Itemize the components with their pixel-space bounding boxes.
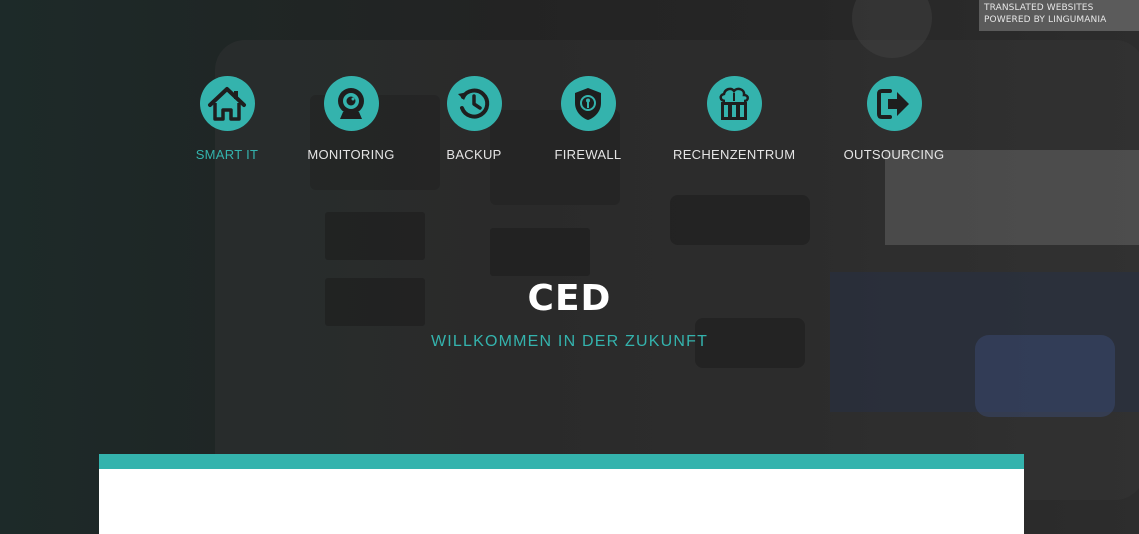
hero-title: CED xyxy=(527,278,612,319)
nav-item-label: MONITORING xyxy=(307,147,395,162)
translation-badge-line1: TRANSLATED WEBSITES xyxy=(984,3,1094,13)
page: TRANSLATED WEBSITES POWERED BY LINGUMANI… xyxy=(0,0,1139,534)
nav-item-rechenzentrum[interactable]: RECHENZENTRUM xyxy=(673,76,795,162)
history-icon xyxy=(446,76,502,131)
content-panel xyxy=(99,454,1024,534)
nav-item-label: BACKUP xyxy=(446,147,502,162)
nav-item-monitoring[interactable]: MONITORING xyxy=(306,76,396,162)
translation-badge-line2: POWERED BY LINGUMANIA xyxy=(984,15,1107,25)
nav-item-label: OUTSOURCING xyxy=(843,147,945,162)
shield-icon xyxy=(560,76,616,131)
home-icon xyxy=(199,76,255,131)
nav-item-label: SMART IT xyxy=(195,147,259,162)
translation-badge[interactable]: TRANSLATED WEBSITES POWERED BY LINGUMANI… xyxy=(979,0,1139,31)
nav-item-outsourcing[interactable]: OUTSOURCING xyxy=(843,76,945,162)
hero-subtitle: WILLKOMMEN IN DER ZUKUNFT xyxy=(430,333,709,350)
service-nav: SMART IT MONITORING BACKUP FIREWALL RECH… xyxy=(0,76,1139,166)
nav-item-label: FIREWALL xyxy=(554,147,622,162)
nav-item-smart-it[interactable]: SMART IT xyxy=(192,76,262,162)
nav-item-label: RECHENZENTRUM xyxy=(673,147,796,162)
cloud-server-icon xyxy=(706,76,762,131)
nav-item-backup[interactable]: BACKUP xyxy=(444,76,504,162)
webcam-icon xyxy=(323,76,379,131)
nav-item-firewall[interactable]: FIREWALL xyxy=(553,76,623,162)
sign-out-icon xyxy=(866,76,922,131)
